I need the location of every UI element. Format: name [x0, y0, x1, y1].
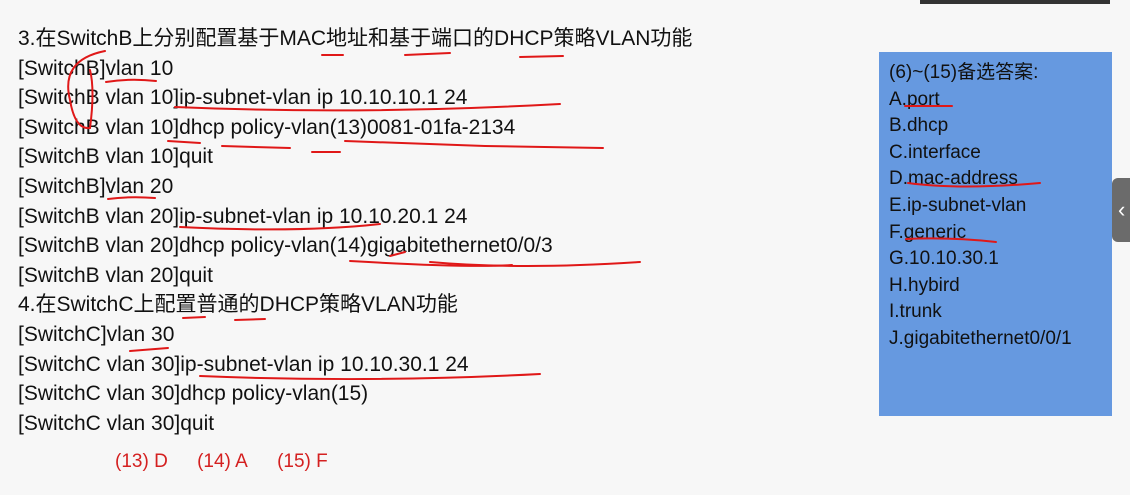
- slide-content: 3.在SwitchB上分别配置基于MAC地址和基于端口的DHCP策略VLAN功能…: [18, 24, 692, 438]
- option-e: E.ip-subnet-vlan: [889, 194, 1027, 216]
- option-a: A.port: [889, 88, 940, 110]
- option-g: G.10.10.30.1: [889, 248, 999, 270]
- heading-switchb: 3.在SwitchB上分别配置基于MAC地址和基于端口的DHCP策略VLAN功能: [18, 27, 693, 50]
- chevron-left-icon: ‹: [1118, 197, 1126, 222]
- option-c: C.interface: [889, 141, 981, 163]
- options-title: (6)~(15)备选答案:: [889, 62, 1039, 83]
- code-line: [SwitchB vlan 10]dhcp policy-vlan(13)008…: [18, 115, 516, 139]
- code-line: [SwitchB]vlan 20: [18, 174, 174, 198]
- code-line: [SwitchC vlan 30]quit: [18, 411, 215, 435]
- video-top-strip: [920, 0, 1110, 4]
- heading-switchc: 4.在SwitchC上配置普通的DHCP策略VLAN功能: [18, 293, 458, 317]
- code-line: [SwitchB vlan 10]quit: [18, 145, 213, 169]
- code-line: [SwitchB vlan 20]dhcp policy-vlan(14)gig…: [18, 234, 553, 258]
- option-i: I.trunk: [889, 301, 942, 323]
- code-line: [SwitchB vlan 10]ip-subnet-vlan ip 10.10…: [18, 86, 468, 110]
- code-line: [SwitchC vlan 30]dhcp policy-vlan(15): [18, 382, 369, 406]
- option-b: B.dhcp: [889, 115, 949, 137]
- code-line: [SwitchB vlan 20]ip-subnet-vlan ip 10.10…: [18, 204, 468, 228]
- option-f: F.generic: [889, 221, 967, 243]
- answer-15: (15) F: [277, 451, 328, 472]
- code-line: [SwitchB vlan 20]quit: [18, 263, 213, 287]
- option-h: H.hybird: [889, 274, 960, 296]
- code-line: [SwitchC vlan 30]ip-subnet-vlan ip 10.10…: [18, 352, 469, 376]
- options-panel: (6)~(15)备选答案: A.port B.dhcp C.interface …: [879, 52, 1112, 416]
- option-j: J.gigabitethernet0/0/1: [889, 327, 1072, 349]
- side-panel-toggle[interactable]: ‹: [1112, 178, 1130, 242]
- code-line: [SwitchC]vlan 30: [18, 322, 175, 346]
- answer-key: (13) D (14) A (15) F: [115, 451, 352, 473]
- option-d: D.mac-address: [889, 168, 1018, 190]
- answer-13: (13) D: [115, 451, 168, 472]
- code-line: [SwitchB]vlan 10: [18, 56, 174, 80]
- answer-14: (14) A: [197, 451, 248, 472]
